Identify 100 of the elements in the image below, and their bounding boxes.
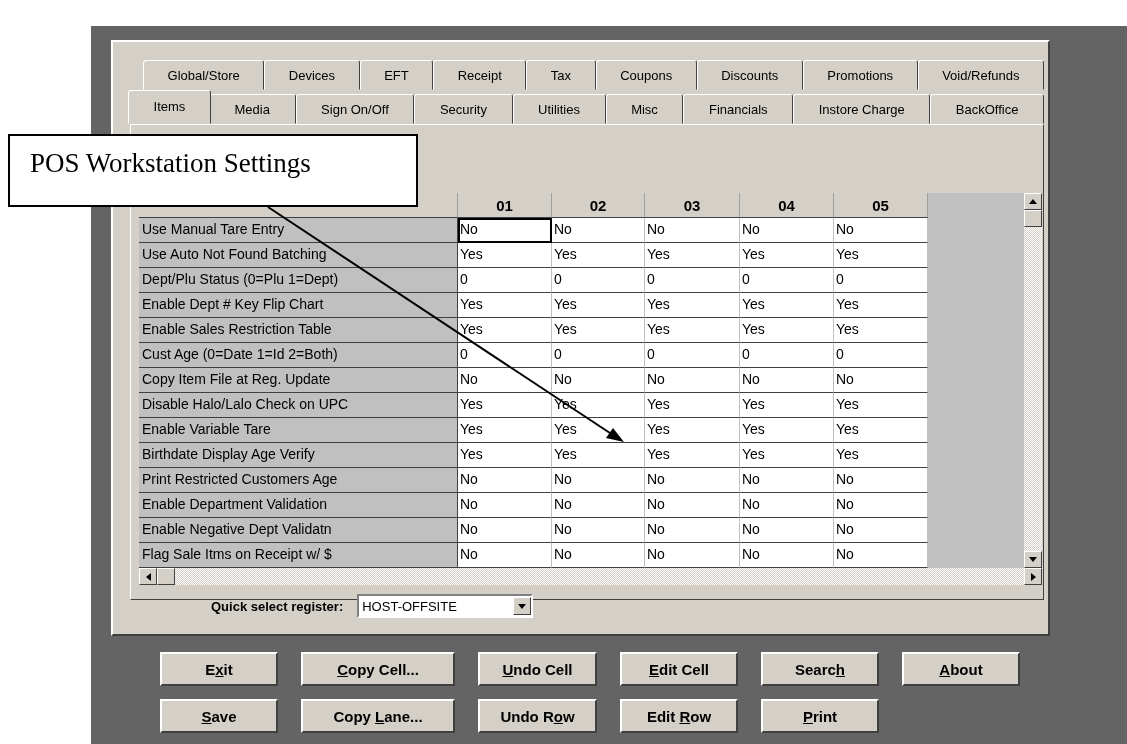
- table-cell[interactable]: 0: [740, 268, 834, 293]
- table-cell[interactable]: Yes: [458, 418, 552, 443]
- table-cell[interactable]: No: [740, 218, 834, 243]
- table-cell[interactable]: Yes: [645, 443, 740, 468]
- table-cell[interactable]: No: [552, 543, 645, 568]
- table-cell[interactable]: No: [834, 468, 928, 493]
- table-cell[interactable]: 0: [458, 343, 552, 368]
- action-button[interactable]: Search: [761, 652, 879, 686]
- table-cell[interactable]: Yes: [834, 318, 928, 343]
- table-cell[interactable]: No: [740, 468, 834, 493]
- table-cell[interactable]: Yes: [740, 443, 834, 468]
- table-cell[interactable]: No: [458, 493, 552, 518]
- table-cell[interactable]: No: [458, 218, 552, 243]
- table-cell[interactable]: Yes: [458, 243, 552, 268]
- tab[interactable]: Global/Store: [143, 60, 265, 90]
- table-cell[interactable]: No: [645, 543, 740, 568]
- tab[interactable]: Tax: [526, 60, 596, 90]
- table-cell[interactable]: Yes: [740, 318, 834, 343]
- table-cell[interactable]: Yes: [552, 243, 645, 268]
- table-cell[interactable]: Yes: [834, 293, 928, 318]
- table-cell[interactable]: 0: [834, 343, 928, 368]
- table-cell[interactable]: Yes: [458, 393, 552, 418]
- table-cell[interactable]: Yes: [834, 393, 928, 418]
- action-button[interactable]: Save: [160, 699, 278, 733]
- table-cell[interactable]: Yes: [834, 443, 928, 468]
- table-cell[interactable]: Yes: [552, 318, 645, 343]
- table-cell[interactable]: Yes: [740, 243, 834, 268]
- table-cell[interactable]: No: [834, 543, 928, 568]
- table-cell[interactable]: No: [834, 368, 928, 393]
- table-cell[interactable]: No: [645, 518, 740, 543]
- action-button[interactable]: Edit Row: [620, 699, 738, 733]
- table-cell[interactable]: No: [645, 218, 740, 243]
- tab[interactable]: Financials: [683, 94, 794, 124]
- table-cell[interactable]: Yes: [834, 243, 928, 268]
- action-button[interactable]: Undo Cell: [478, 652, 597, 686]
- tab[interactable]: BackOffice: [930, 94, 1045, 124]
- table-cell[interactable]: Yes: [552, 418, 645, 443]
- tab[interactable]: Sign On/Off: [295, 94, 415, 124]
- tab[interactable]: Misc: [605, 94, 684, 124]
- tab[interactable]: Receipt: [433, 60, 527, 90]
- scroll-down-icon[interactable]: [1024, 551, 1042, 568]
- table-cell[interactable]: No: [645, 368, 740, 393]
- table-cell[interactable]: Yes: [458, 318, 552, 343]
- dropdown-caret-icon[interactable]: [513, 597, 532, 615]
- table-cell[interactable]: Yes: [645, 293, 740, 318]
- action-button[interactable]: Undo Row: [478, 699, 597, 733]
- table-cell[interactable]: No: [834, 518, 928, 543]
- table-cell[interactable]: Yes: [740, 293, 834, 318]
- action-button[interactable]: Exit: [160, 652, 278, 686]
- table-cell[interactable]: No: [740, 518, 834, 543]
- table-cell[interactable]: Yes: [645, 393, 740, 418]
- table-cell[interactable]: Yes: [552, 293, 645, 318]
- table-cell[interactable]: 0: [645, 343, 740, 368]
- table-cell[interactable]: 0: [740, 343, 834, 368]
- vertical-scrollbar[interactable]: [1024, 193, 1042, 568]
- table-cell[interactable]: No: [552, 368, 645, 393]
- register-dropdown[interactable]: HOST-OFFSITE: [357, 594, 534, 618]
- tab[interactable]: Void/Refunds: [917, 60, 1045, 90]
- table-cell[interactable]: No: [458, 518, 552, 543]
- table-cell[interactable]: No: [834, 493, 928, 518]
- table-cell[interactable]: No: [834, 218, 928, 243]
- table-cell[interactable]: No: [740, 368, 834, 393]
- tab[interactable]: Instore Charge: [793, 94, 931, 124]
- scroll-up-icon[interactable]: [1024, 193, 1042, 210]
- table-cell[interactable]: No: [645, 468, 740, 493]
- tab[interactable]: Media: [208, 94, 296, 124]
- action-button[interactable]: Print: [761, 699, 879, 733]
- table-cell[interactable]: 0: [552, 343, 645, 368]
- table-cell[interactable]: 0: [834, 268, 928, 293]
- table-cell[interactable]: No: [740, 543, 834, 568]
- tab[interactable]: Security: [414, 94, 513, 124]
- tab[interactable]: Items: [128, 90, 211, 124]
- scroll-thumb[interactable]: [1024, 210, 1042, 227]
- table-cell[interactable]: Yes: [645, 318, 740, 343]
- scroll-left-icon[interactable]: [139, 568, 157, 585]
- table-cell[interactable]: No: [552, 218, 645, 243]
- table-cell[interactable]: Yes: [458, 293, 552, 318]
- scroll-right-icon[interactable]: [1024, 568, 1042, 585]
- action-button[interactable]: Copy Cell...: [301, 652, 455, 686]
- table-cell[interactable]: Yes: [740, 418, 834, 443]
- table-cell[interactable]: Yes: [645, 418, 740, 443]
- table-cell[interactable]: No: [552, 493, 645, 518]
- table-cell[interactable]: 0: [458, 268, 552, 293]
- action-button[interactable]: About: [902, 652, 1020, 686]
- tab[interactable]: Utilities: [512, 94, 606, 124]
- table-cell[interactable]: No: [552, 518, 645, 543]
- tab[interactable]: Discounts: [696, 60, 803, 90]
- table-cell[interactable]: Yes: [552, 443, 645, 468]
- tab[interactable]: EFT: [359, 60, 434, 90]
- action-button[interactable]: Copy Lane...: [301, 699, 455, 733]
- table-cell[interactable]: No: [458, 543, 552, 568]
- tab[interactable]: Coupons: [595, 60, 697, 90]
- table-cell[interactable]: 0: [645, 268, 740, 293]
- table-cell[interactable]: Yes: [645, 243, 740, 268]
- table-cell[interactable]: No: [740, 493, 834, 518]
- table-cell[interactable]: No: [552, 468, 645, 493]
- table-cell[interactable]: Yes: [834, 418, 928, 443]
- tab[interactable]: Devices: [264, 60, 360, 90]
- scroll-thumb[interactable]: [157, 568, 175, 585]
- tab[interactable]: Promotions: [802, 60, 918, 90]
